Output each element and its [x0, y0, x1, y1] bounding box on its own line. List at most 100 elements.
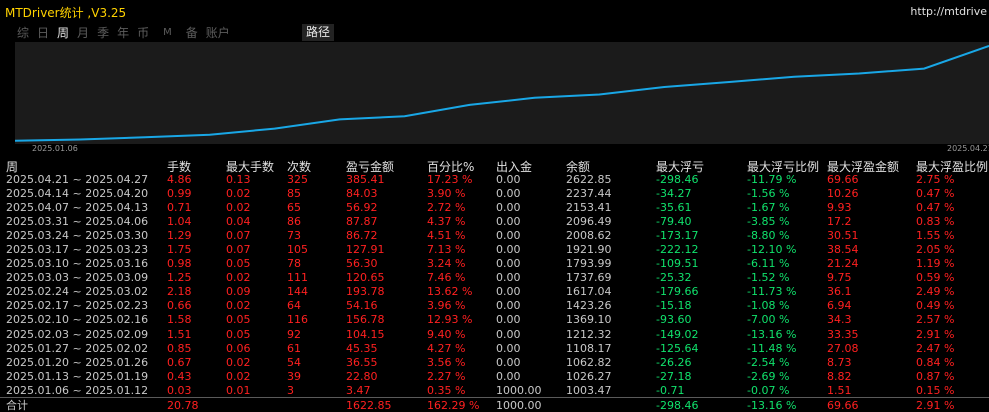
tab-5[interactable]: 年 — [117, 25, 129, 41]
cell-col-week: 2025.01.27 ~ 2025.02.02 — [6, 341, 149, 355]
tab-8[interactable]: 备 — [186, 25, 198, 41]
tab-1[interactable]: 日 — [37, 25, 49, 41]
balance-point — [598, 93, 601, 96]
cell-col-max-float-profit: 27.08 — [827, 341, 859, 355]
cell-col-max-float-loss-ratio: -1.52 % — [747, 271, 790, 285]
weekly-stats-table: 2025.04.21 ~ 2025.04.27 4.86 0.13 325 385.41… — [0, 173, 989, 398]
table-row[interactable]: 2025.02.10 ~ 2025.02.16 1.58 0.05 116 156.78… — [0, 313, 989, 327]
cell-col-week: 2025.04.21 ~ 2025.04.27 — [6, 173, 149, 186]
cell-col-max-float-loss-ratio: -11.73 % — [747, 285, 797, 299]
cell-col-max-float-loss-ratio: -1.56 % — [747, 187, 790, 201]
tab-6[interactable]: 币 — [137, 25, 149, 41]
total-col-max-float-profit: 69.66 — [827, 399, 859, 412]
cell-col-count: 64 — [287, 299, 301, 313]
tab-2[interactable]: 周 — [57, 25, 69, 41]
table-row[interactable]: 2025.01.20 ~ 2025.01.26 0.67 0.02 54 36.55 3.… — [0, 356, 989, 370]
balance-point — [923, 67, 925, 70]
cell-col-deposit: 0.00 — [496, 299, 521, 313]
cell-col-max-float-profit-ratio: 2.49 % — [916, 285, 955, 299]
balance-point — [793, 76, 795, 78]
chart-x-start-label: 2025.01.06 — [32, 144, 78, 153]
cell-col-max-lots: 0.02 — [226, 271, 251, 285]
table-row[interactable]: 2025.03.31 ~ 2025.04.06 1.04 0.04 86 87.87 4.… — [0, 215, 989, 229]
table-row[interactable]: 2025.03.03 ~ 2025.03.09 1.25 0.02 111 120.65… — [0, 271, 989, 285]
balance-point — [209, 133, 211, 136]
path-button[interactable]: 路径 — [302, 24, 334, 41]
table-row[interactable]: 2025.01.27 ~ 2025.02.02 0.85 0.06 61 45.35 4.… — [0, 342, 989, 356]
balance-point — [144, 136, 146, 139]
balance-point — [338, 118, 341, 121]
cell-col-count: 92 — [287, 327, 301, 341]
cell-col-week: 2025.04.14 ~ 2025.04.20 — [6, 187, 149, 201]
cell-col-max-lots: 0.05 — [226, 313, 251, 327]
cell-col-deposit: 0.00 — [496, 187, 521, 201]
cell-col-lots: 2.18 — [167, 285, 192, 299]
cell-col-percent: 7.13 % — [427, 243, 466, 257]
balance-chart — [15, 42, 989, 144]
cell-col-max-lots: 0.02 — [226, 369, 251, 383]
tab-3[interactable]: 月 — [77, 25, 89, 41]
cell-col-week: 2025.03.31 ~ 2025.04.06 — [6, 215, 149, 229]
balance-point — [728, 81, 731, 83]
cell-col-max-float-profit-ratio: 2.91 % — [916, 327, 955, 341]
cell-col-max-float-loss: -93.60 — [656, 313, 692, 327]
cell-col-percent: 7.46 % — [427, 271, 466, 285]
tab-7[interactable]: M — [163, 25, 172, 41]
tab-0[interactable]: 综 — [17, 25, 29, 41]
table-row[interactable]: 2025.04.07 ~ 2025.04.13 0.71 0.02 65 56.92 2.… — [0, 201, 989, 215]
cell-col-count: 325 — [287, 173, 308, 186]
cell-col-count: 144 — [287, 285, 308, 299]
cell-col-max-float-profit-ratio: 2.75 % — [916, 173, 955, 186]
table-row[interactable]: 2025.01.13 ~ 2025.01.19 0.43 0.02 39 22.80 2.… — [0, 370, 989, 384]
cell-col-balance: 1026.27 — [566, 369, 612, 383]
balance-point — [79, 138, 81, 141]
table-row[interactable]: 2025.03.17 ~ 2025.03.23 1.75 0.07 105 127.91… — [0, 243, 989, 257]
table-row[interactable]: 2025.02.03 ~ 2025.02.09 1.51 0.05 92 104.15 9… — [0, 328, 989, 342]
cell-col-max-float-profit: 69.66 — [827, 173, 859, 186]
cell-col-max-float-loss-ratio: -11.79 % — [747, 173, 797, 186]
cell-col-percent: 2.27 % — [427, 369, 466, 383]
cell-col-lots: 4.86 — [167, 173, 192, 186]
total-col-week: 合计 — [6, 399, 28, 412]
table-row[interactable]: 2025.04.14 ~ 2025.04.20 0.99 0.02 85 84.03 3.… — [0, 187, 989, 201]
cell-col-balance: 1423.26 — [566, 299, 612, 313]
table-row[interactable]: 2025.01.06 ~ 2025.01.12 0.03 0.01 3 3.47 0.35… — [0, 384, 989, 398]
total-col-max-float-loss-ratio: -13.16 % — [747, 399, 797, 412]
cell-col-lots: 0.99 — [167, 187, 192, 201]
cell-col-max-float-profit-ratio: 1.55 % — [916, 229, 955, 243]
cell-col-deposit: 0.00 — [496, 285, 521, 299]
cell-col-balance: 1793.99 — [566, 257, 612, 271]
cell-col-percent: 3.90 % — [427, 187, 466, 201]
cell-col-max-lots: 0.07 — [226, 243, 251, 257]
table-row[interactable]: 2025.03.10 ~ 2025.03.16 0.98 0.05 78 56.30 3.… — [0, 257, 989, 271]
cell-col-max-float-loss: -179.66 — [656, 285, 699, 299]
cell-col-balance: 2237.44 — [566, 187, 612, 201]
table-row[interactable]: 2025.03.24 ~ 2025.03.30 1.29 0.07 73 86.72 4.… — [0, 229, 989, 243]
cell-col-max-float-loss: -15.18 — [656, 299, 692, 313]
balance-line — [15, 45, 989, 142]
table-row[interactable]: 2025.02.24 ~ 2025.03.02 2.18 0.09 144 193.78… — [0, 285, 989, 299]
table-header: 周手数 最大手数 次数 盈亏金额 百分比% 出入金 余额 最大浮亏 最大浮亏比例 最大浮盈金额 最大… — [0, 157, 989, 174]
cell-col-balance: 1062.82 — [566, 355, 612, 369]
cell-col-count: 116 — [287, 313, 308, 327]
cell-col-max-float-loss: -0.71 — [656, 383, 685, 397]
cell-col-lots: 1.29 — [167, 229, 192, 243]
cell-col-max-float-loss-ratio: -11.48 % — [747, 341, 797, 355]
app-url[interactable]: http://mtdrive — [910, 5, 987, 18]
cell-col-balance: 2153.41 — [566, 201, 612, 215]
tab-4[interactable]: 季 — [97, 25, 109, 41]
table-row[interactable]: 2025.04.21 ~ 2025.04.27 4.86 0.13 325 385.41… — [0, 173, 989, 187]
cell-col-percent: 4.27 % — [427, 341, 466, 355]
cell-col-max-float-profit-ratio: 2.47 % — [916, 341, 955, 355]
cell-col-pnl: 56.92 — [346, 201, 378, 215]
cell-col-max-float-loss-ratio: -1.67 % — [747, 201, 790, 215]
cell-col-pnl: 156.78 — [346, 313, 385, 327]
cell-col-deposit: 0.00 — [496, 313, 521, 327]
app-title: MTDriver统计 ,V3.25 — [5, 6, 127, 20]
cell-col-lots: 0.03 — [167, 383, 192, 397]
cell-col-max-lots: 0.06 — [226, 341, 251, 355]
cell-col-pnl: 87.87 — [346, 215, 378, 229]
table-row[interactable]: 2025.02.17 ~ 2025.02.23 0.66 0.02 64 54.16 3.… — [0, 299, 989, 313]
tab-9[interactable]: 账户 — [206, 25, 230, 41]
cell-col-max-float-profit: 30.51 — [827, 229, 859, 243]
